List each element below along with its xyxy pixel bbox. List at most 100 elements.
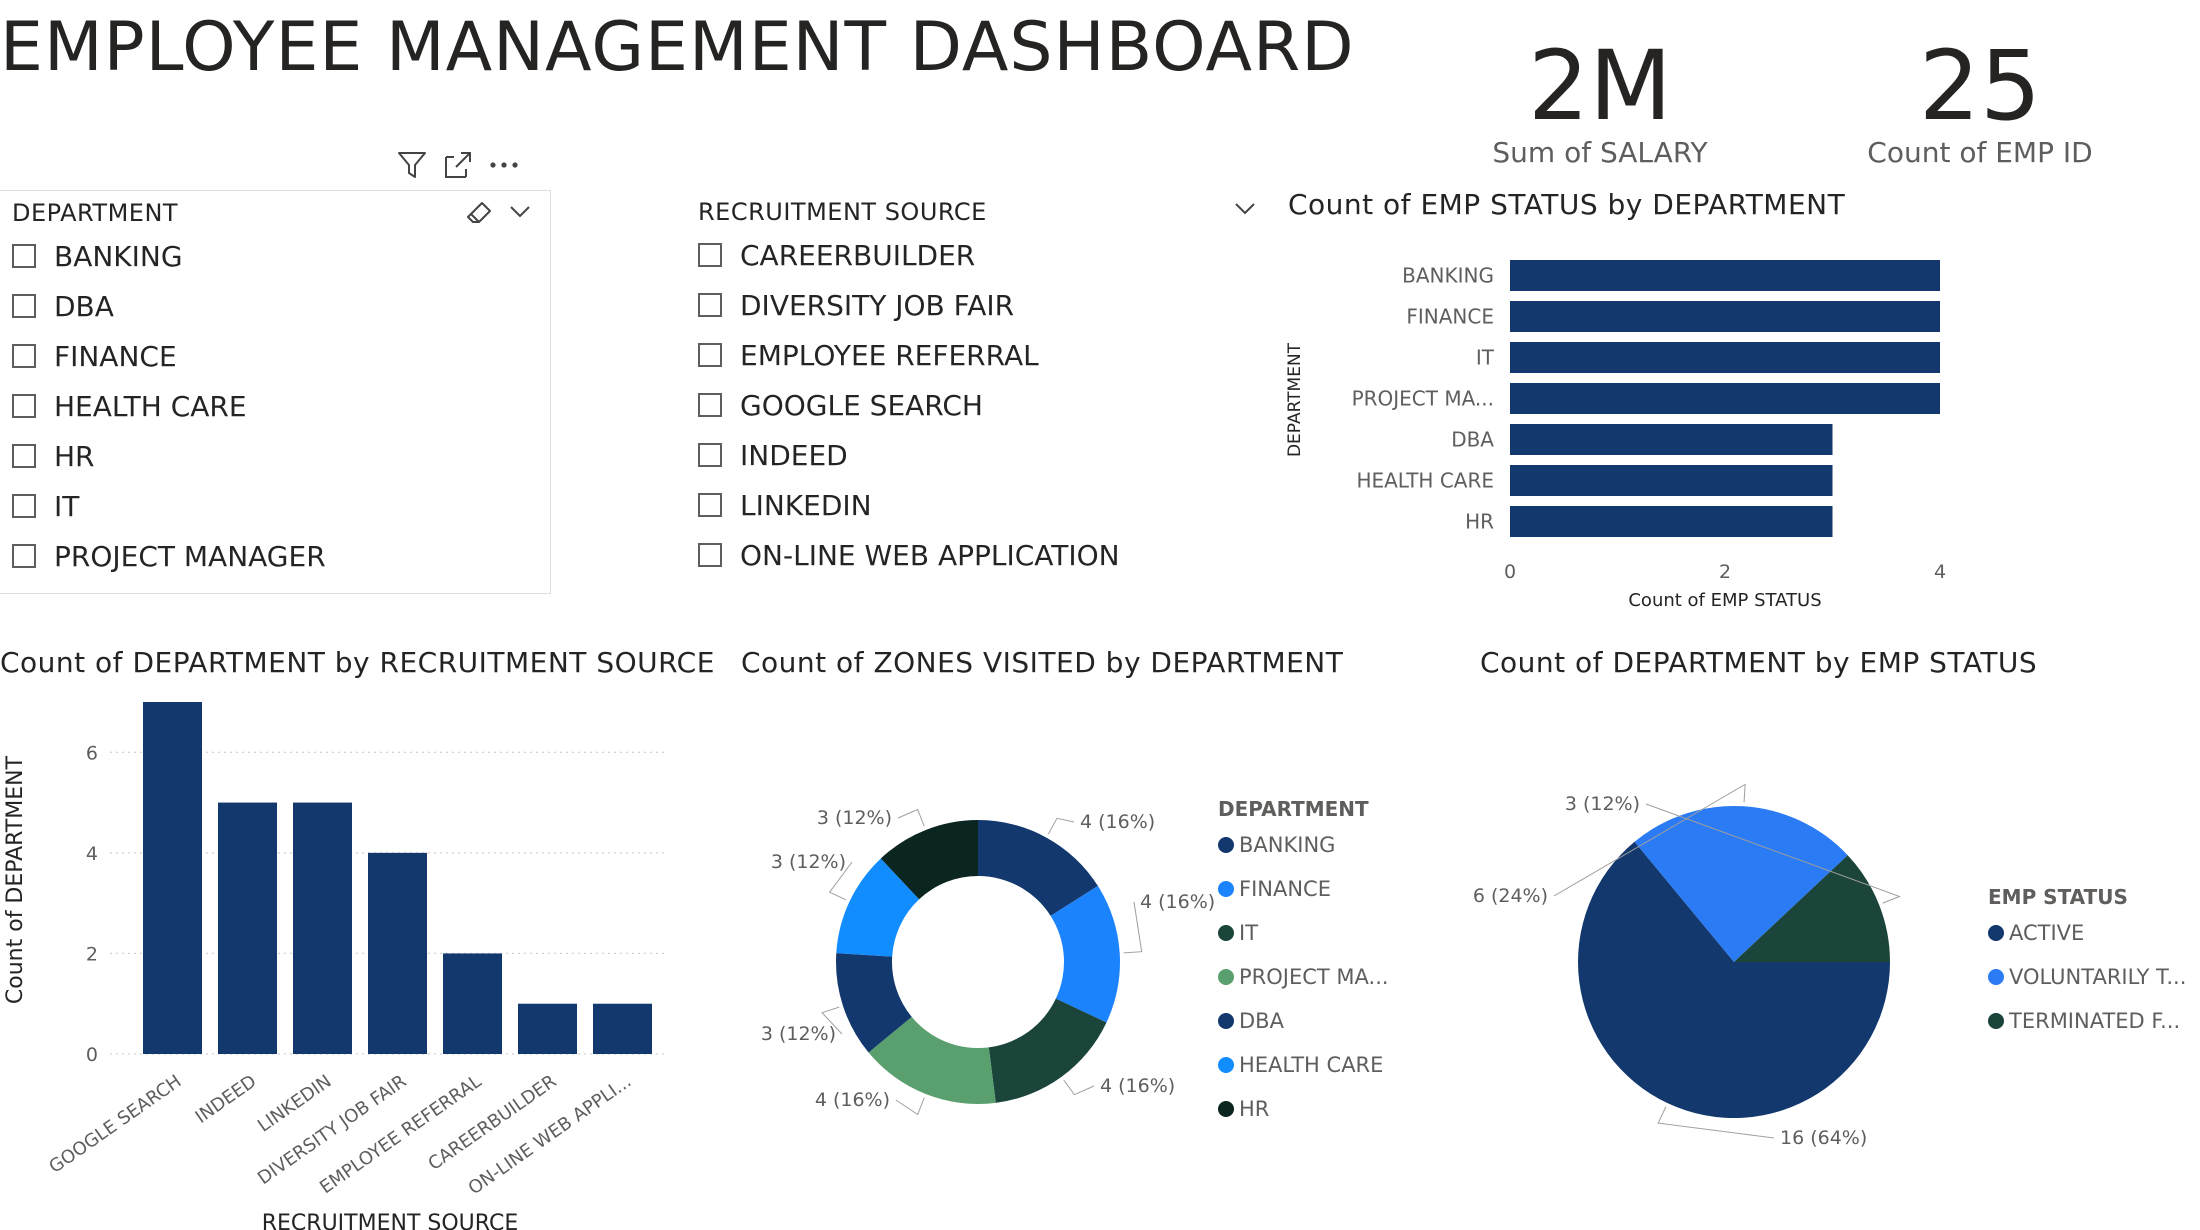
legend-marker	[1218, 925, 1234, 941]
chart-title-dept-by-empstatus: Count of DEPARTMENT by EMP STATUS	[1480, 646, 2038, 679]
bar[interactable]	[443, 953, 502, 1054]
bar[interactable]	[143, 702, 202, 1054]
leader-line	[1123, 901, 1143, 954]
category-label: DBA	[1451, 428, 1494, 452]
slicer-option-health-care[interactable]: HEALTH CARE	[12, 381, 326, 431]
checkbox[interactable]	[12, 494, 36, 518]
bar[interactable]	[1510, 424, 1833, 455]
filter-icon[interactable]	[395, 148, 429, 182]
legend-title: DEPARTMENT	[1218, 797, 1369, 821]
checkbox[interactable]	[12, 394, 36, 418]
slice-label: 4 (16%)	[1140, 891, 1215, 913]
legend-label: TERMINATED F...	[2008, 1009, 2180, 1033]
focus-mode-icon[interactable]	[441, 148, 475, 182]
checkbox[interactable]	[12, 244, 36, 268]
checkbox[interactable]	[698, 393, 722, 417]
slicer-option-linkedin[interactable]: LINKEDIN	[698, 480, 1120, 530]
slicer-option-label: HR	[54, 439, 95, 473]
category-label: IT	[1476, 346, 1495, 370]
slicer-option-label: GOOGLE SEARCH	[740, 388, 983, 422]
recruitment-slicer-header: RECRUITMENT SOURCE	[698, 198, 987, 226]
slicer-option-dba[interactable]: DBA	[12, 281, 326, 331]
slicer-option-label: CAREERBUILDER	[740, 238, 976, 272]
zones-by-dept-chart[interactable]: 4 (16%) 4 (16%) 4 (16%) 4 (16%) 3 (12%) 3 (12…	[740, 690, 1440, 1230]
eraser-icon[interactable]	[464, 195, 496, 231]
tick-label: 2	[1719, 561, 1731, 583]
salary-card[interactable]: 2M Sum of SALARY	[1430, 30, 1770, 169]
emp-id-card-label: Count of EMP ID	[1867, 136, 2093, 169]
leader-line	[1047, 817, 1075, 835]
checkbox[interactable]	[698, 543, 722, 567]
checkbox[interactable]	[12, 444, 36, 468]
bar[interactable]	[518, 1003, 577, 1054]
bar[interactable]	[1510, 342, 1940, 373]
slicer-option-banking[interactable]: BANKING	[12, 231, 326, 281]
category-label: BANKING	[1402, 264, 1494, 288]
legend-marker	[1988, 969, 2004, 985]
bar[interactable]	[1510, 301, 1940, 332]
slice-label: 3 (12%)	[771, 851, 846, 873]
slicer-option-it[interactable]: IT	[12, 481, 326, 531]
slicer-option-finance[interactable]: FINANCE	[12, 331, 326, 381]
leader-line	[895, 1097, 925, 1116]
bar[interactable]	[593, 1003, 652, 1054]
slicer-option-indeed[interactable]: INDEED	[698, 430, 1120, 480]
emp-id-card-value: 25	[1918, 30, 2042, 142]
legend-marker	[1218, 969, 1234, 985]
category-label: GOOGLE SEARCH	[45, 1071, 185, 1178]
checkbox[interactable]	[12, 544, 36, 568]
legend-marker	[1218, 837, 1234, 853]
slicer-option-google-search[interactable]: GOOGLE SEARCH	[698, 380, 1120, 430]
dept-by-recruitment-chart[interactable]: 0246GOOGLE SEARCH INDEEDLINKEDINDIVERSITY…	[0, 690, 700, 1230]
department-slicer[interactable]: DEPARTMENT BANKING DBA FINANCE HEALTH CA…	[0, 190, 551, 594]
slicer-option-project-manager[interactable]: PROJECT MANAGER	[12, 531, 326, 581]
chart-title-zones-by-dept: Count of ZONES VISITED by DEPARTMENT	[741, 646, 1344, 679]
bar[interactable]	[1510, 465, 1833, 496]
chevron-down-icon[interactable]	[506, 197, 534, 229]
empstatus-by-dept-chart[interactable]: BANKING FINANCE IT PROJECT MA... DBA HEALTH C…	[1260, 240, 1980, 620]
slice-label: 4 (16%)	[815, 1089, 890, 1111]
visual-header	[395, 148, 521, 182]
bar[interactable]	[293, 802, 352, 1054]
slicer-option-diversity-job-fair[interactable]: DIVERSITY JOB FAIR	[698, 280, 1120, 330]
donut-slice[interactable]	[988, 998, 1107, 1103]
checkbox[interactable]	[698, 493, 722, 517]
bar[interactable]	[368, 852, 427, 1054]
leader-line	[1063, 1079, 1095, 1096]
category-label: HEALTH CARE	[1356, 469, 1494, 493]
slicer-option-online-web-application[interactable]: ON-LINE WEB APPLICATION	[698, 530, 1120, 580]
tick-label: 2	[86, 943, 98, 965]
slicer-option-careerbuilder[interactable]: CAREERBUILDER	[698, 230, 1120, 280]
slice-label: 4 (16%)	[1080, 811, 1155, 833]
checkbox[interactable]	[12, 294, 36, 318]
more-options-icon[interactable]	[487, 148, 521, 182]
checkbox[interactable]	[698, 243, 722, 267]
recruitment-source-slicer[interactable]: RECRUITMENT SOURCE CAREERBUILDER DIVERSI…	[686, 190, 1266, 592]
legend-label: HR	[1239, 1097, 1269, 1121]
x-axis-title: RECRUITMENT SOURCE	[262, 1211, 518, 1230]
bar[interactable]	[1510, 506, 1833, 537]
bar[interactable]	[218, 802, 277, 1054]
bar[interactable]	[1510, 383, 1940, 414]
slice-label: 3 (12%)	[1565, 793, 1640, 815]
leader-line	[897, 808, 925, 827]
slice-label: 16 (64%)	[1780, 1127, 1867, 1149]
tick-label: 4	[86, 843, 98, 865]
checkbox[interactable]	[698, 293, 722, 317]
legend-marker	[1218, 1057, 1234, 1073]
legend-label: DBA	[1239, 1009, 1285, 1033]
slicer-option-label: ON-LINE WEB APPLICATION	[740, 538, 1120, 572]
department-slicer-header: DEPARTMENT	[12, 199, 179, 227]
bar[interactable]	[1510, 260, 1940, 291]
checkbox[interactable]	[12, 344, 36, 368]
slicer-option-hr[interactable]: HR	[12, 431, 326, 481]
emp-id-card[interactable]: 25 Count of EMP ID	[1810, 30, 2150, 169]
dept-by-empstatus-chart[interactable]: 16 (64%) 6 (24%) 3 (12%) EMP STATUS ACTIVE VO…	[1460, 690, 2200, 1230]
checkbox[interactable]	[698, 443, 722, 467]
chevron-down-icon[interactable]	[1231, 194, 1259, 226]
slicer-option-employee-referral[interactable]: EMPLOYEE REFERRAL	[698, 330, 1120, 380]
legend-marker	[1218, 1013, 1234, 1029]
legend-title: EMP STATUS	[1988, 885, 2128, 909]
checkbox[interactable]	[698, 343, 722, 367]
legend-label: BANKING	[1239, 833, 1335, 857]
